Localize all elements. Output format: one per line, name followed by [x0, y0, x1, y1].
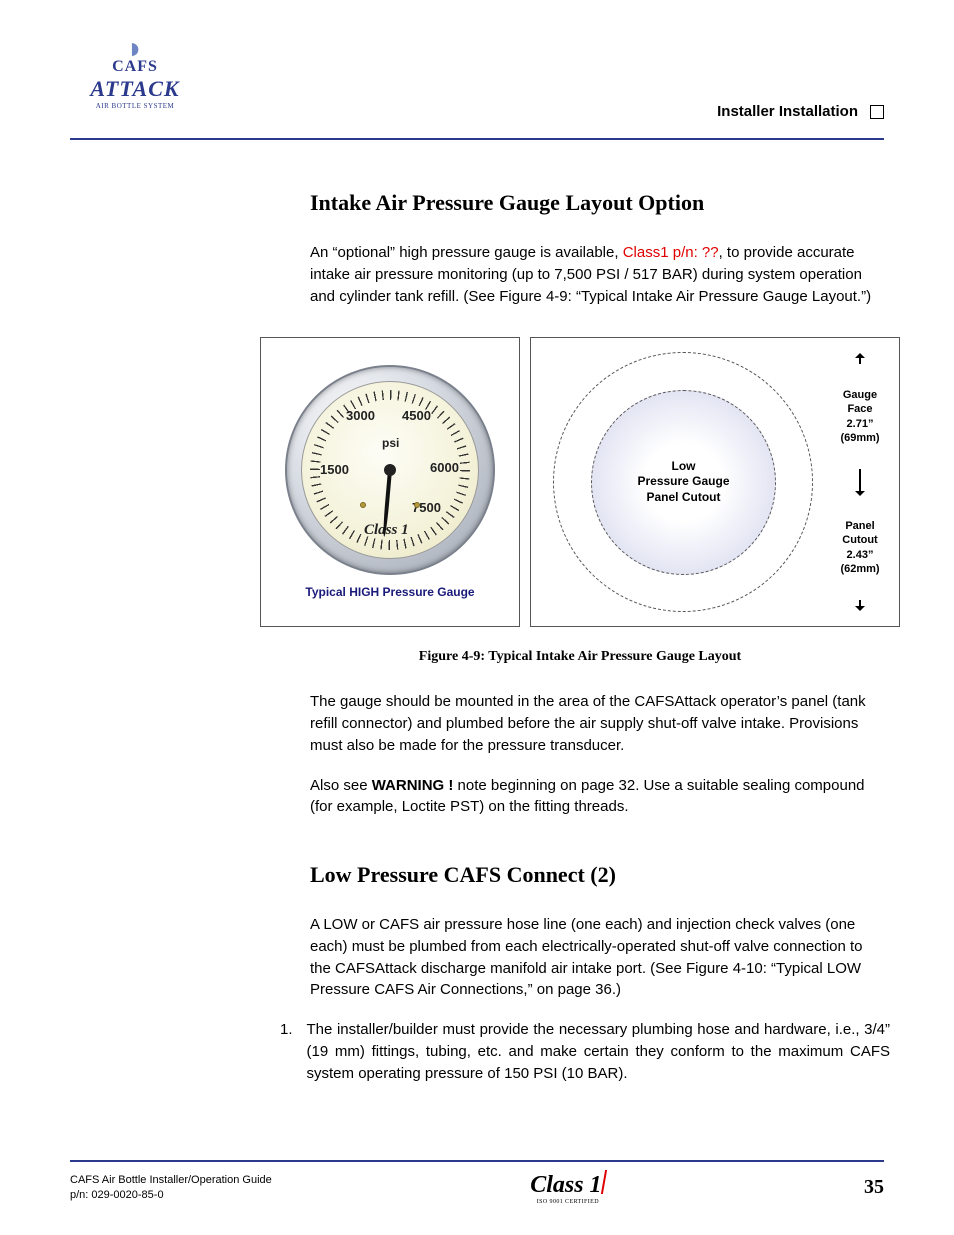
cafs-attack-logo: ◗ CAFS ATTACK AIR BOTTLE SYSTEM — [70, 30, 200, 120]
panel-cutout-outline: Low Pressure Gauge Panel Cutout — [591, 390, 776, 575]
cutout-label-l1: Low — [637, 459, 729, 475]
cutout-label-l3: Panel Cutout — [637, 490, 729, 506]
intro-paragraph: An “optional” high pressure gauge is ava… — [310, 242, 880, 307]
dim-face-l2: Face — [840, 402, 879, 416]
gauge-hub — [384, 464, 396, 476]
gauge-face: 1500 3000 4500 6000 7500 psi Class 1 — [301, 381, 479, 559]
class1-logo: Class 1 — [530, 1170, 605, 1199]
p1-partnum: Class1 p/n: ?? — [623, 244, 719, 261]
gauge-n6000: 6000 — [430, 460, 459, 475]
footer-brand: Class 1 ISO 9001 CERTIFIED — [530, 1170, 605, 1205]
list-number: 1. — [280, 1019, 293, 1084]
p3-warning: WARNING ! — [372, 777, 454, 794]
gauge-unit: psi — [382, 436, 399, 450]
dim-cut-l2: Cutout — [840, 533, 879, 547]
dim-cut-l4: (62mm) — [840, 562, 879, 576]
cutout-diagram-panel: Low Pressure Gauge Panel Cutout Gauge Fa… — [530, 337, 900, 627]
section-title-text: Installer Installation — [717, 103, 858, 120]
low-pressure-paragraph: A LOW or CAFS air pressure hose line (on… — [310, 914, 880, 1001]
gauge-n4500: 4500 — [402, 408, 431, 423]
gauge-n3000: 3000 — [346, 408, 375, 423]
footer-doc-title: CAFS Air Bottle Installer/Operation Guid… — [70, 1173, 272, 1188]
warning-paragraph: Also see WARNING ! note beginning on pag… — [310, 775, 880, 819]
gauge-photo-panel: 1500 3000 4500 6000 7500 psi Class 1 Typ… — [260, 337, 520, 627]
heading-low-pressure: Low Pressure CAFS Connect (2) — [310, 862, 880, 888]
mounting-paragraph: The gauge should be mounted in the area … — [310, 691, 880, 756]
footer-iso: ISO 9001 CERTIFIED — [537, 1199, 599, 1205]
dim-face-l4: (69mm) — [840, 431, 879, 445]
header-section-title: Installer Installation — [717, 103, 884, 120]
page-number: 35 — [864, 1176, 884, 1199]
logo-line3: AIR BOTTLE SYSTEM — [96, 102, 175, 110]
p3-a: Also see — [310, 777, 372, 794]
cutout-label-l2: Pressure Gauge — [637, 474, 729, 490]
gauge-n1500: 1500 — [320, 462, 349, 477]
footer-pn: p/n: 029-0020-85-0 — [70, 1188, 272, 1203]
dim-face-l3: 2.71” — [840, 417, 879, 431]
cutout-diagram: Low Pressure Gauge Panel Cutout Gauge Fa… — [535, 346, 895, 618]
footer-doc-info: CAFS Air Bottle Installer/Operation Guid… — [70, 1173, 272, 1203]
logo-line2: ATTACK — [90, 76, 179, 102]
dim-cut-l3: 2.43” — [840, 548, 879, 562]
dim-face-l1: Gauge — [840, 388, 879, 402]
p1-part-a: An “optional” high pressure gauge is ava… — [310, 244, 623, 261]
numbered-item-1: 1. The installer/builder must provide th… — [280, 1019, 890, 1084]
dim-arrow-down-icon — [859, 600, 861, 610]
cutout-label: Low Pressure Gauge Panel Cutout — [637, 459, 729, 506]
page-footer: CAFS Air Bottle Installer/Operation Guid… — [70, 1160, 884, 1205]
dim-arrow-up-icon — [859, 354, 861, 364]
figure-caption: Figure 4-9: Typical Intake Air Pressure … — [260, 649, 900, 665]
gauge-panel-caption: Typical HIGH Pressure Gauge — [305, 585, 474, 599]
dimension-column: Gauge Face 2.71” (69mm) Panel Cutout 2.4… — [829, 350, 891, 614]
shark-icon: ◗ — [126, 40, 144, 58]
dim-line-icon — [859, 469, 861, 495]
figure-4-9: 1500 3000 4500 6000 7500 psi Class 1 Typ… — [260, 337, 900, 627]
dim-cut-l1: Panel — [840, 519, 879, 533]
pressure-gauge: 1500 3000 4500 6000 7500 psi Class 1 — [285, 365, 495, 575]
checkbox-icon — [870, 105, 884, 119]
list-text: The installer/builder must provide the n… — [307, 1019, 890, 1084]
dim-panel-cutout: Panel Cutout 2.43” (62mm) — [840, 519, 879, 576]
heading-intake-gauge: Intake Air Pressure Gauge Layout Option — [310, 190, 880, 216]
page-header: ◗ CAFS ATTACK AIR BOTTLE SYSTEM Installe… — [70, 30, 884, 140]
logo-line1: CAFS — [112, 58, 158, 76]
dim-gauge-face: Gauge Face 2.71” (69mm) — [840, 388, 879, 445]
